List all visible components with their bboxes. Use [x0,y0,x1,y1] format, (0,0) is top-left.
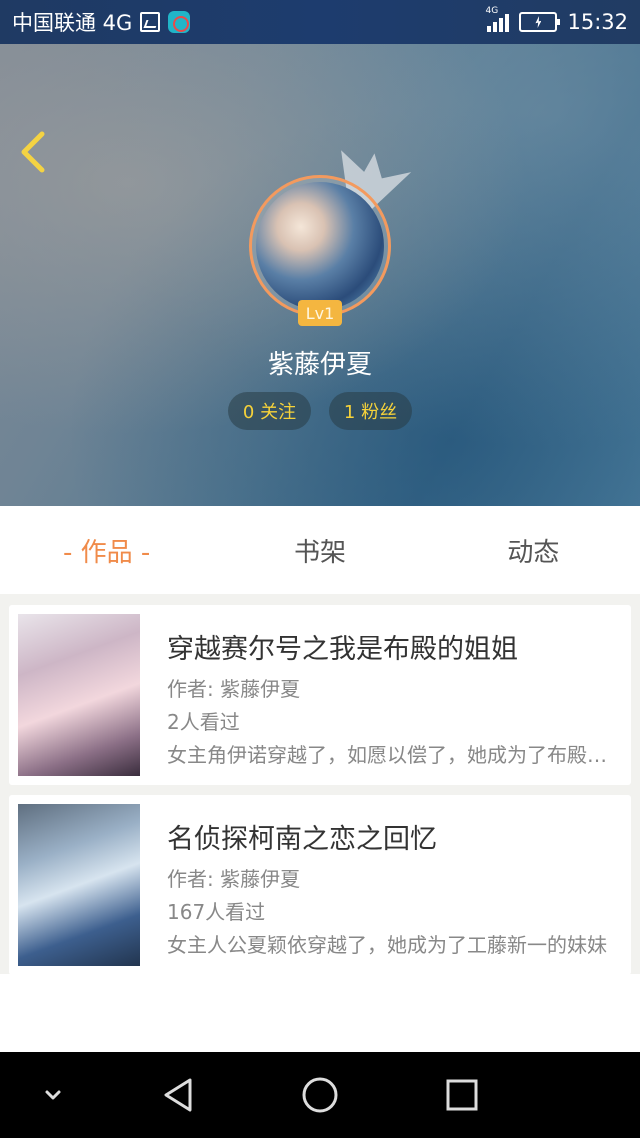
tab-works[interactable]: - 作品 - [0,506,213,594]
empty-area [0,974,640,1052]
book-title: 名侦探柯南之恋之回忆 [167,824,437,855]
book-views: 167人看过 [167,900,266,924]
list-item[interactable]: 名侦探柯南之恋之回忆 作者: 紫藤伊夏 167人看过 女主人公夏颖依穿越了，她成… [9,795,631,975]
book-description: 女主角伊诺穿越了，如愿以偿了，她成为了布殿的姐姐 [167,743,613,767]
fans-count-button[interactable]: 1 粉丝 [329,392,412,430]
book-author: 作者: 紫藤伊夏 [167,677,301,701]
book-title: 穿越赛尔号之我是布殿的姐姐 [167,634,518,665]
app-notification-icon [168,11,191,33]
network-type-label: 4G [485,6,499,16]
status-bar: 中国联通 4G 4G 15:32 [0,0,640,44]
book-cover-image [18,614,140,776]
profile-tabs: - 作品 - 书架 动态 [0,506,640,594]
avatar[interactable] [249,175,391,317]
book-views: 2人看过 [167,710,240,734]
navigation-bar [0,1052,640,1138]
back-triangle-icon[interactable] [138,1052,218,1138]
home-circle-icon[interactable] [280,1052,360,1138]
list-item[interactable]: 穿越赛尔号之我是布殿的姐姐 作者: 紫藤伊夏 2人看过 女主角伊诺穿越了，如愿以… [9,605,631,785]
following-count-button[interactable]: 0 关注 [228,392,311,430]
username: 紫藤伊夏 [267,350,372,380]
recents-square-icon[interactable] [422,1052,502,1138]
profile-header: Lv1 紫藤伊夏 0 关注 1 粉丝 [0,44,640,506]
book-author: 作者: 紫藤伊夏 [167,867,301,891]
signal-icon: 4G [485,6,510,32]
avatar-image [256,182,384,310]
level-badge: Lv1 [298,300,342,326]
book-description: 女主人公夏颖依穿越了，她成为了工藤新一的妹妹 [167,933,607,957]
image-icon [140,12,161,32]
back-arrow-icon[interactable] [14,128,54,176]
tab-activity[interactable]: 动态 [427,506,640,594]
hide-nav-chevron-down-icon[interactable] [13,1052,93,1138]
battery-charging-icon [519,12,561,32]
carrier-label: 中国联通 4G [12,11,133,35]
book-cover-image [18,804,140,966]
tab-bookshelf[interactable]: 书架 [213,506,426,594]
clock: 15:32 [567,10,628,34]
